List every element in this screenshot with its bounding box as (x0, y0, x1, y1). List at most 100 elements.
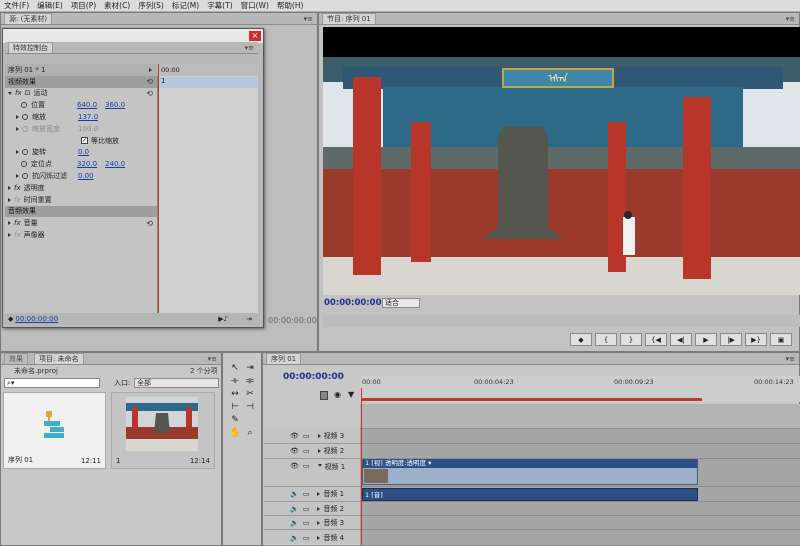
menu-window[interactable]: 窗口(W) (241, 0, 269, 11)
tab-effect-controls[interactable]: 特效控制台 (8, 42, 53, 53)
panel-menu-icon[interactable]: ▾≡ (304, 15, 313, 23)
track-audio3[interactable] (360, 516, 800, 530)
menu-sequence[interactable]: 序列(S) (138, 0, 164, 11)
play-icon[interactable]: ▶ (695, 333, 717, 346)
step-back-icon[interactable]: ◀| (670, 333, 692, 346)
track-video3[interactable] (360, 429, 800, 444)
speaker-icon[interactable]: 🔈 (290, 505, 299, 513)
effect-panner[interactable]: fx 声像器 (5, 229, 157, 241)
audio-clip[interactable]: 1 [音] (362, 488, 698, 501)
set-marker-icon[interactable]: ▼ (348, 390, 354, 399)
effect-playhead[interactable] (158, 64, 159, 314)
razor-tool-icon[interactable]: ✂ (244, 388, 256, 400)
temple-bell-scene-image: ᠡᠰᠡᠨ (323, 27, 800, 295)
menu-marker[interactable]: 标记(M) (172, 0, 199, 11)
track-video2[interactable] (360, 444, 800, 459)
effect-clip-bar[interactable]: 1 (159, 77, 258, 88)
track-audio4[interactable] (360, 530, 800, 546)
stopwatch-icon[interactable] (22, 114, 28, 121)
slide-tool-icon[interactable]: ⊣ (244, 401, 256, 413)
effect-timeline-area[interactable] (157, 64, 258, 313)
track-audio2[interactable] (360, 502, 800, 516)
lock-icon[interactable]: ▭ (303, 490, 310, 498)
snap-icon[interactable] (320, 391, 328, 400)
step-forward-icon[interactable]: |▶ (720, 333, 742, 346)
mark-out-icon[interactable]: } (620, 333, 642, 346)
project-item-clip[interactable]: 1 12:14 (111, 392, 215, 469)
play-audio-icon[interactable]: ▶♪ (218, 315, 228, 323)
program-scrub-bar[interactable] (323, 315, 800, 327)
marker-icon[interactable]: ◆ (570, 333, 592, 346)
timeline-timecode[interactable]: 00:00:00:00 (283, 372, 344, 382)
project-item-sequence[interactable]: 序列 01 12:11 (3, 392, 106, 469)
video-clip-label[interactable]: 1 [视] 透明度:透明度 ▾ (363, 459, 697, 468)
panel-menu-icon[interactable]: ▾≡ (786, 15, 795, 23)
tab-source[interactable]: 源: (无素材) (4, 13, 53, 24)
search-input[interactable]: ⌕▾ (4, 378, 100, 388)
speaker-icon[interactable]: 🔈 (290, 534, 299, 542)
reset-icon[interactable]: ⟲ (146, 77, 153, 86)
menu-help[interactable]: 帮助(H) (277, 0, 304, 11)
panel-menu-icon[interactable]: ▾≡ (208, 355, 217, 363)
close-icon[interactable]: × (249, 31, 261, 41)
menu-clip[interactable]: 素材(C) (104, 0, 130, 11)
reset-icon[interactable]: ⟲ (146, 89, 153, 98)
stopwatch-icon[interactable] (21, 161, 27, 168)
effect-time-remap[interactable]: fx 时间重置 (5, 194, 157, 206)
effect-motion[interactable]: fx ⊡ 运动 ⟲ (5, 88, 157, 100)
work-area-bar[interactable] (362, 398, 702, 401)
effect-volume[interactable]: fx 音量 ⟲ (5, 217, 157, 229)
ripple-edit-tool-icon[interactable]: ⟛ (229, 375, 241, 387)
program-timecode[interactable]: 00:00:00:00 (324, 298, 382, 308)
goto-in-icon[interactable]: {◀ (645, 333, 667, 346)
selection-tool-icon[interactable]: ↖ (229, 362, 241, 374)
tab-effects[interactable]: 效果 (4, 353, 28, 364)
rate-stretch-tool-icon[interactable]: ↔ (229, 388, 241, 400)
marker-icon[interactable]: ◉ (334, 390, 341, 399)
checkbox-icon[interactable]: ✓ (81, 137, 88, 145)
lock-icon[interactable]: ▭ (303, 534, 310, 542)
timeline-playhead[interactable] (361, 388, 362, 546)
reset-icon[interactable]: ⟲ (146, 219, 153, 228)
zoom-fit-select[interactable]: 适合 (382, 298, 420, 308)
eye-icon[interactable]: 👁 (290, 432, 299, 440)
speaker-icon[interactable]: 🔈 (290, 519, 299, 527)
stopwatch-icon[interactable] (22, 173, 28, 180)
panel-menu-icon[interactable]: ▾≡ (786, 355, 795, 363)
lock-icon[interactable]: ▭ (303, 432, 310, 440)
zoom-tool-icon[interactable]: ⌕ (244, 427, 256, 439)
effect-opacity[interactable]: fx 透明度 (5, 182, 157, 194)
prop-uniform-scale[interactable]: ✓ 等比缩放 (5, 135, 157, 147)
lock-icon[interactable]: ▭ (303, 505, 310, 513)
hand-tool-icon[interactable]: ✋ (229, 427, 241, 439)
slip-tool-icon[interactable]: ⊢ (229, 401, 241, 413)
export-frame-icon[interactable]: ▣ (770, 333, 792, 346)
menu-edit[interactable]: 编辑(E) (37, 0, 63, 11)
pen-tool-icon[interactable]: ✎ (229, 414, 241, 426)
goto-out-icon[interactable]: ▶} (745, 333, 767, 346)
export-icon[interactable]: ⇥ (246, 315, 252, 323)
stopwatch-icon[interactable] (22, 149, 28, 156)
track-select-tool-icon[interactable]: ⇥ (244, 362, 256, 374)
effect-timecode[interactable]: 00:00:00:00 (15, 315, 58, 323)
lock-icon[interactable]: ▭ (303, 447, 310, 455)
lock-icon[interactable]: ▭ (303, 519, 310, 527)
collapse-arrow-icon[interactable] (8, 91, 12, 95)
menu-project[interactable]: 项目(P) (71, 0, 96, 11)
speaker-icon[interactable]: 🔈 (290, 490, 299, 498)
panel-menu-icon[interactable]: ▾≡ (245, 44, 254, 52)
in-filter-select[interactable]: 全部 (134, 378, 219, 388)
effect-ruler[interactable]: 00:00 (157, 64, 258, 76)
rolling-edit-tool-icon[interactable]: ⟚ (244, 375, 256, 387)
tab-program[interactable]: 节目: 序列 01 (322, 13, 376, 24)
tab-project[interactable]: 项目: 未命名 (34, 353, 84, 364)
menu-file[interactable]: 文件(F) (4, 0, 29, 11)
tab-sequence[interactable]: 序列 01 (266, 353, 302, 364)
expand-arrow-icon[interactable] (149, 67, 152, 72)
lock-icon[interactable]: ▭ (303, 462, 310, 470)
eye-icon[interactable]: 👁 (290, 462, 299, 470)
mark-in-icon[interactable]: { (595, 333, 617, 346)
menu-title[interactable]: 字幕(T) (207, 0, 232, 11)
eye-icon[interactable]: 👁 (290, 447, 299, 455)
stopwatch-icon[interactable] (21, 102, 27, 109)
